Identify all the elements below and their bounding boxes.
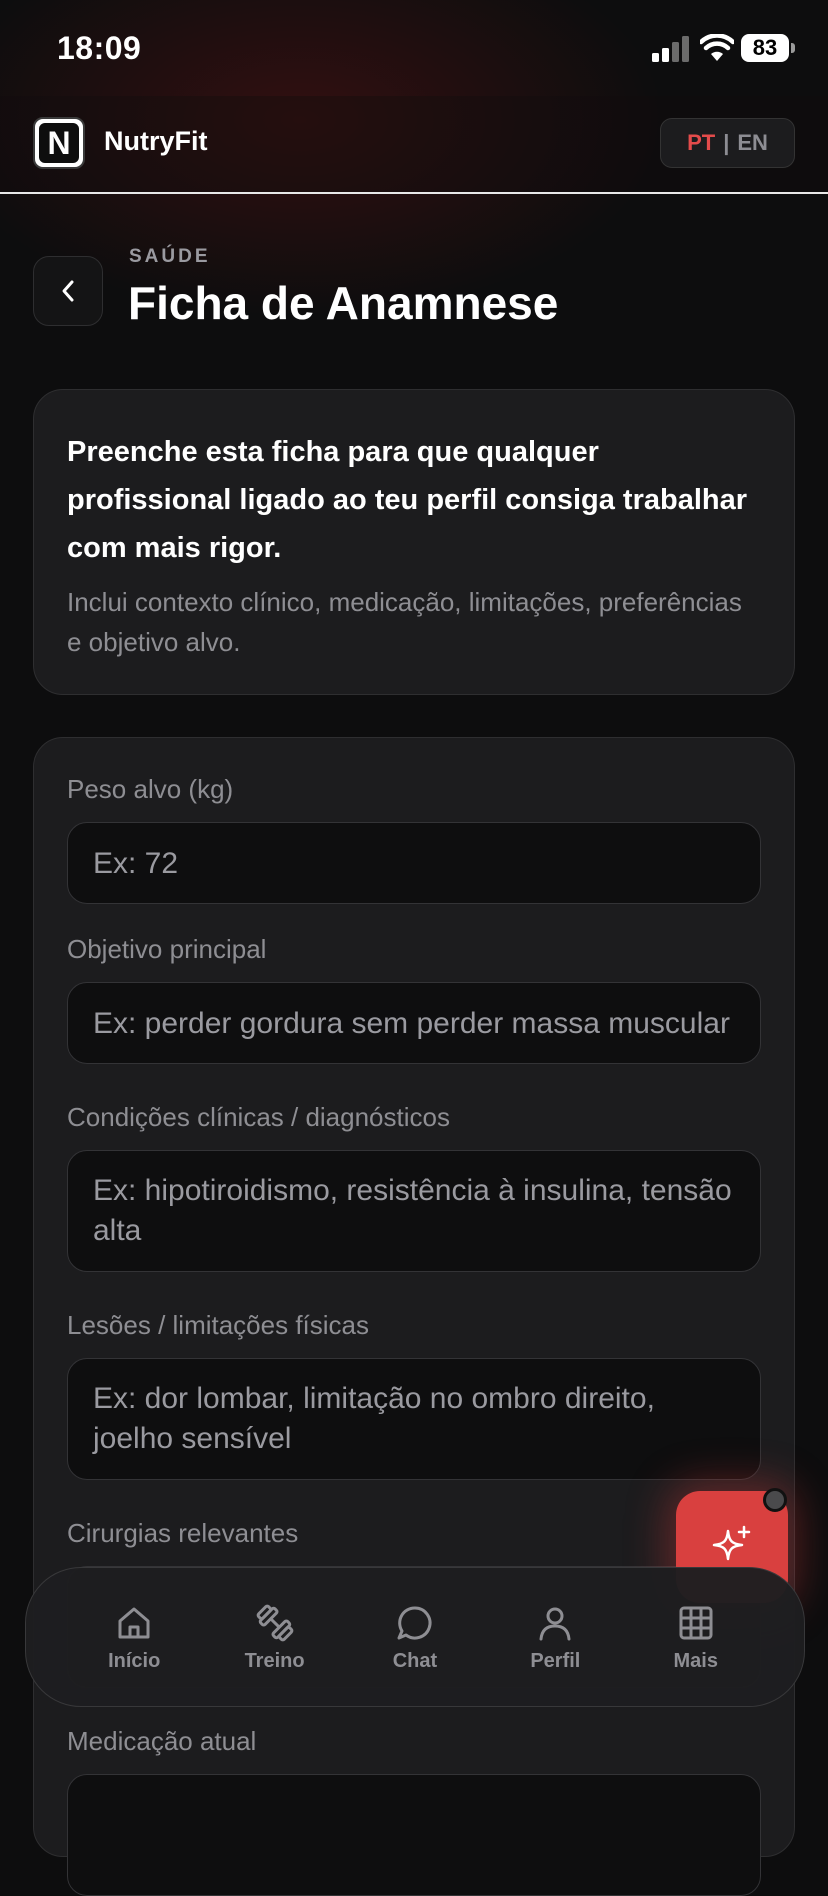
nav-label-treino: Treino [244, 1649, 305, 1672]
main-goal-input[interactable]: Ex: perder gordura sem perder massa musc… [67, 982, 761, 1064]
user-icon [539, 1607, 571, 1640]
nav-label-chat: Chat [392, 1649, 438, 1672]
dumbbell-icon [256, 1604, 293, 1641]
nav-item-perfil[interactable]: Perfil [500, 1602, 610, 1673]
back-button[interactable] [33, 256, 103, 326]
intro-card: Preenche esta ficha para que qualquer pr… [33, 389, 795, 695]
field-label-injuries: Lesões / limitações físicas [67, 1310, 370, 1340]
grid-icon [679, 1606, 713, 1639]
page-title: Ficha de Anamnese [128, 277, 559, 329]
battery-icon: 83 [741, 34, 789, 62]
status-bar: 18:09 83 [0, 0, 828, 96]
logo-letter: N [39, 123, 79, 163]
target-weight-input[interactable]: Ex: 72 [67, 822, 761, 904]
field-label-current-medication: Medicação atual [67, 1726, 257, 1756]
injuries-textarea[interactable]: Ex: dor lombar, limitação no ombro direi… [67, 1358, 761, 1480]
notification-dot [763, 1488, 787, 1512]
chat-bubble-icon [397, 1605, 432, 1639]
nav-label-inicio: Início [108, 1649, 161, 1672]
field-label-surgeries: Cirurgias relevantes [67, 1518, 299, 1548]
cellular-signal-icon [652, 36, 689, 62]
field-label-clinical-conditions: Condições clínicas / diagnósticos [67, 1102, 450, 1132]
clinical-conditions-textarea[interactable]: Ex: hipotiroidismo, resistência à insuli… [67, 1150, 761, 1272]
chevron-left-icon [62, 280, 74, 302]
wifi-icon [700, 34, 734, 61]
lang-option-en[interactable]: EN [737, 130, 768, 156]
app-logo[interactable]: N [33, 117, 85, 169]
nav-item-treino[interactable]: Treino [220, 1602, 330, 1673]
field-label-target-weight: Peso alvo (kg) [67, 774, 234, 804]
current-medication-textarea[interactable] [67, 1774, 761, 1896]
nav-label-perfil: Perfil [530, 1649, 581, 1672]
nav-item-mais[interactable]: Mais [641, 1602, 751, 1673]
home-icon [118, 1607, 150, 1638]
language-toggle[interactable]: PT | EN [660, 118, 795, 168]
intro-description: Inclui contexto clínico, medicação, limi… [67, 587, 742, 657]
lang-option-pt[interactable]: PT [687, 130, 715, 156]
nav-label-mais: Mais [673, 1649, 718, 1672]
nav-item-inicio[interactable]: Início [79, 1602, 189, 1673]
field-label-main-goal: Objetivo principal [67, 934, 267, 964]
lang-separator: | [723, 130, 730, 155]
page-eyebrow: SAÚDE [129, 246, 211, 267]
battery-level: 83 [752, 35, 778, 60]
status-time: 18:09 [57, 30, 142, 66]
sparkles-icon [712, 1525, 751, 1561]
bottom-navigation: Início Treino Chat Perfil Mais [25, 1567, 805, 1707]
battery-cap [791, 43, 795, 53]
intro-heading: Preenche esta ficha para que qualquer pr… [67, 436, 748, 564]
app-header: N NutryFit PT | EN [0, 96, 828, 194]
nav-item-chat[interactable]: Chat [360, 1602, 470, 1673]
app-name: NutryFit [104, 126, 208, 156]
